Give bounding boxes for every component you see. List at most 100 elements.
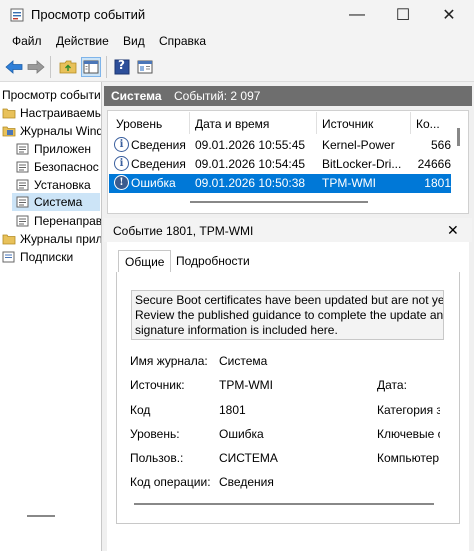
- column-divider[interactable]: [189, 112, 190, 134]
- tree-item-security[interactable]: Безопаснос: [16, 158, 99, 176]
- tab-details[interactable]: Подробности: [170, 250, 256, 272]
- field-value-level: Ошибка: [219, 427, 264, 441]
- tree-item-label: Журналы Wind: [20, 124, 102, 138]
- event-source: Kernel-Power: [322, 138, 395, 152]
- menu-action[interactable]: Действие: [56, 34, 109, 48]
- detail-title: Событие 1801, TPM-WMI: [113, 224, 254, 238]
- tree-item-subscriptions[interactable]: Подписки: [2, 248, 73, 266]
- field-label-source: Источник:: [130, 378, 185, 392]
- maximize-button[interactable]: ☐: [380, 0, 426, 30]
- tree-item-label: Безопаснос: [34, 160, 99, 174]
- tree-item-custom-views[interactable]: Настраиваемы: [2, 104, 102, 122]
- event-count: Событий: 2 097: [174, 89, 261, 103]
- back-arrow-icon[interactable]: [4, 57, 24, 77]
- log-name: Система: [111, 89, 162, 103]
- tree-item-label: Просмотр событи: [2, 88, 101, 102]
- tree-item-application[interactable]: Приложен: [16, 140, 91, 158]
- error-icon: !: [114, 175, 129, 190]
- tree-item-label: Перенаправ: [34, 214, 102, 228]
- description-line: Secure Boot certificates have been updat…: [135, 293, 444, 307]
- field-value-source: TPM-WMI: [219, 378, 273, 392]
- column-header-code[interactable]: Ко...: [416, 117, 440, 131]
- event-source: BitLocker-Dri...: [322, 157, 402, 171]
- event-code: 1801: [424, 176, 451, 190]
- events-horizontal-scrollbar[interactable]: [190, 201, 368, 203]
- field-label-level: Уровень:: [130, 427, 180, 441]
- event-description: Secure Boot certificates have been updat…: [131, 290, 444, 340]
- field-value-opcode: Сведения: [219, 475, 274, 489]
- tree-item-label: Установка: [34, 178, 91, 192]
- folder-up-icon[interactable]: [58, 57, 78, 77]
- tree-item-windows-logs[interactable]: Журналы Wind: [2, 122, 102, 140]
- info-icon: i: [114, 137, 129, 152]
- tree-item-forwarded[interactable]: Перенаправ: [16, 212, 102, 230]
- field-label-task-category: Категория з: [377, 403, 440, 417]
- minimize-button[interactable]: —: [334, 0, 380, 30]
- log-icon: [16, 143, 29, 155]
- field-label-log-name: Имя журнала:: [130, 354, 208, 368]
- folder-icon: [2, 234, 16, 245]
- event-datetime: 09.01.2026 10:50:38: [195, 176, 306, 190]
- event-code: 566: [430, 138, 451, 152]
- field-label-opcode: Код операции:: [130, 475, 211, 489]
- navigation-tree: Просмотр событи Настраиваемы Журналы Win…: [0, 82, 102, 551]
- description-line: signature information is included here.: [135, 323, 338, 337]
- column-header-datetime[interactable]: Дата и время: [195, 117, 269, 131]
- forward-arrow-icon[interactable]: [26, 57, 46, 77]
- column-divider[interactable]: [316, 112, 317, 134]
- log-icon: [16, 161, 29, 173]
- event-datetime: 09.01.2026 10:54:45: [195, 157, 306, 171]
- tab-general[interactable]: Общие: [118, 250, 172, 272]
- properties-icon[interactable]: [135, 57, 155, 77]
- description-line: Review the published guidance to complet…: [135, 308, 444, 322]
- menu-help[interactable]: Справка: [159, 34, 206, 48]
- tree-item-label: Подписки: [20, 250, 74, 264]
- column-header-source[interactable]: Источник: [322, 117, 373, 131]
- field-label-keywords: Ключевые с: [377, 427, 440, 441]
- folder-icon: [2, 126, 16, 137]
- events-vertical-scrollbar[interactable]: [457, 128, 460, 146]
- help-icon[interactable]: ?: [112, 57, 132, 77]
- event-row-selected[interactable]: ! Ошибка 09.01.2026 10:50:38 TPM-WMI 180…: [109, 174, 451, 193]
- field-label-date: Дата:: [377, 378, 407, 392]
- menu-file[interactable]: Файл: [12, 34, 42, 48]
- tree-item-label: Журналы прил: [20, 232, 102, 246]
- event-code: 24666: [417, 157, 451, 171]
- menu-view[interactable]: Вид: [123, 34, 145, 48]
- tree-item-event-viewer-root[interactable]: Просмотр событи: [2, 86, 101, 104]
- event-source: TPM-WMI: [322, 176, 376, 190]
- log-icon: [16, 215, 29, 227]
- help-glyph: ?: [118, 58, 125, 72]
- tree-item-label: Система: [34, 195, 83, 209]
- tree-item-app-logs[interactable]: Журналы прил: [2, 230, 102, 248]
- info-icon: i: [114, 156, 129, 171]
- detail-close-icon[interactable]: ✕: [447, 222, 459, 239]
- event-datetime: 09.01.2026 10:55:45: [195, 138, 306, 152]
- toolbar-separator: [50, 56, 51, 78]
- tree-item-setup[interactable]: Установка: [16, 176, 91, 194]
- event-row[interactable]: i Сведения 09.01.2026 10:55:45 Kernel-Po…: [109, 136, 451, 155]
- event-viewer-app-icon: [10, 8, 24, 22]
- toolbar-separator: [106, 56, 107, 78]
- show-hide-tree-icon[interactable]: [81, 57, 101, 77]
- subscriptions-icon: [2, 251, 15, 263]
- detail-horizontal-scrollbar[interactable]: [134, 503, 434, 505]
- field-label-code: Код: [130, 403, 151, 417]
- column-header-level[interactable]: Уровень: [116, 117, 162, 131]
- tree-item-system[interactable]: Система: [12, 193, 100, 211]
- tree-item-label: Настраиваемы: [20, 106, 102, 120]
- tree-horizontal-scrollbar[interactable]: [27, 515, 55, 517]
- field-label-computer: Компьютер: [377, 451, 440, 465]
- close-button[interactable]: ✕: [426, 0, 472, 30]
- field-value-code: 1801: [219, 403, 246, 417]
- field-value-log-name: Система: [219, 354, 268, 368]
- window-title: Просмотр событий: [31, 7, 146, 22]
- field-value-user: СИСТЕМА: [219, 451, 278, 465]
- folder-icon: [2, 108, 16, 119]
- log-icon: [16, 196, 29, 208]
- field-label-user: Пользов.:: [130, 451, 184, 465]
- log-icon: [16, 179, 29, 191]
- tree-item-label: Приложен: [34, 142, 92, 156]
- column-divider[interactable]: [410, 112, 411, 134]
- event-row[interactable]: i Сведения 09.01.2026 10:54:45 BitLocker…: [109, 155, 451, 174]
